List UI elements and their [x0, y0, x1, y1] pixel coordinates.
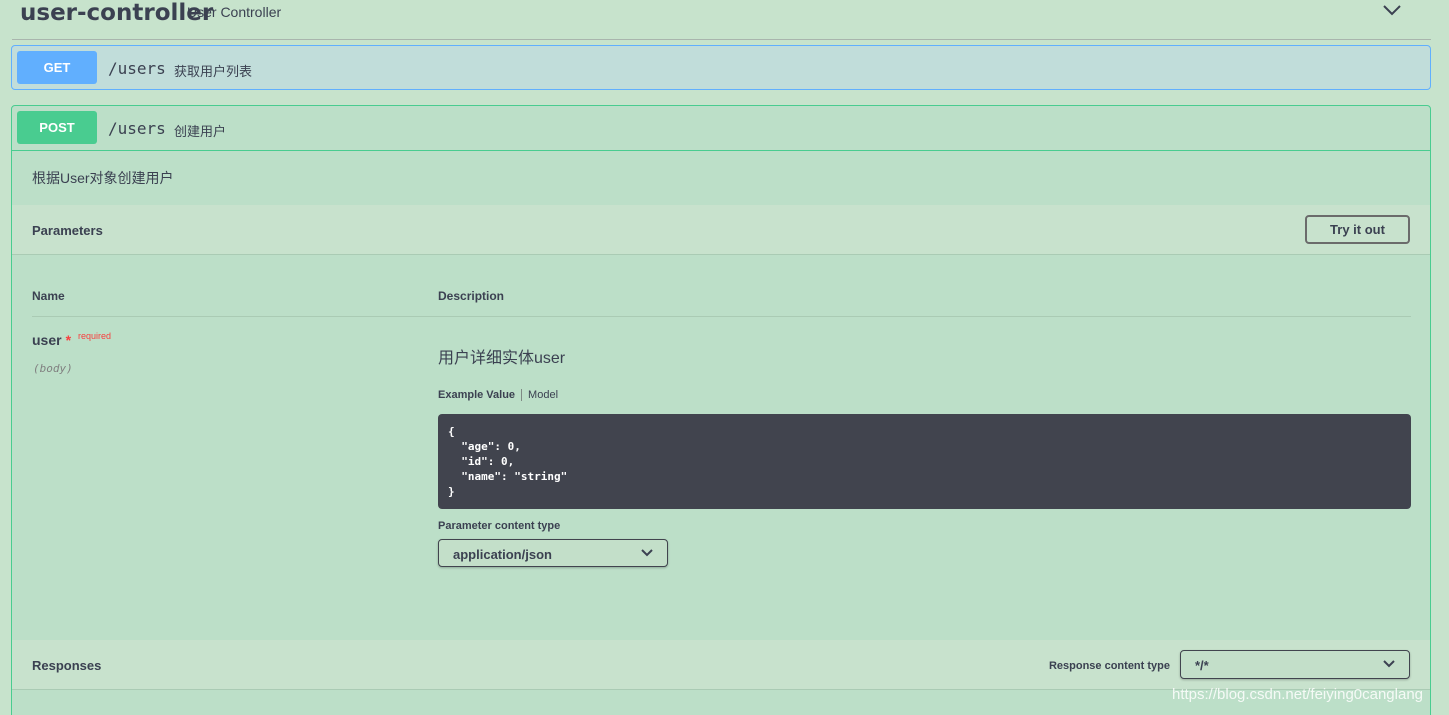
operation-path: /users — [108, 119, 166, 138]
opblock-get-users[interactable]: GET /users 获取用户列表 — [11, 45, 1431, 90]
tag-header[interactable]: user-controller User Controller — [12, 0, 1431, 40]
tag-name: user-controller — [20, 0, 214, 26]
operation-summary: 创建用户 — [174, 124, 227, 139]
responses-header: Responses Response content type */* — [12, 640, 1430, 690]
column-header-name: Name — [32, 289, 65, 303]
watermark: https://blog.csdn.net/feiying0canglang — [1172, 686, 1424, 703]
opblock-post-users: POST /users 创建用户 根据User对象创建用户 Parameters… — [11, 105, 1431, 715]
required-label: required — [78, 331, 112, 341]
parameter-name: user * — [32, 332, 71, 348]
chevron-down-icon[interactable] — [1381, 2, 1403, 18]
operation-description: 根据User对象创建用户 — [32, 170, 174, 186]
parameter-description: 用户详细实体user — [438, 350, 566, 367]
column-header-description: Description — [438, 289, 505, 303]
example-tabs: Example Value Model — [438, 386, 558, 404]
table-divider — [32, 316, 1411, 317]
required-star: * — [65, 332, 72, 348]
response-content-type-label: Response content type — [1048, 660, 1170, 672]
chevron-down-icon — [641, 549, 653, 557]
operation-summary: 获取用户列表 — [174, 64, 253, 79]
operation-path: /users — [108, 59, 166, 78]
response-content-type-select[interactable]: */* — [1180, 650, 1410, 679]
select-value: */* — [1195, 658, 1209, 673]
responses-title: Responses — [32, 658, 102, 673]
opblock-summary[interactable]: POST /users 创建用户 — [12, 106, 1430, 151]
tag-description: User Controller — [187, 4, 282, 20]
chevron-down-icon — [1383, 660, 1395, 668]
try-it-out-button[interactable]: Try it out — [1305, 215, 1410, 244]
parameter-in: (body) — [33, 362, 73, 375]
parameter-name-text: user — [32, 332, 62, 348]
parameter-content-type-select[interactable]: application/json — [438, 539, 668, 567]
parameter-content-type-label: Parameter content type — [438, 520, 561, 532]
parameters-title: Parameters — [32, 223, 103, 238]
method-badge-get: GET — [17, 51, 97, 84]
parameters-header: Parameters Try it out — [12, 205, 1430, 255]
method-badge-post: POST — [17, 111, 97, 144]
tab-example-value[interactable]: Example Value — [438, 389, 523, 401]
tab-model[interactable]: Model — [522, 389, 558, 401]
select-value: application/json — [453, 547, 552, 562]
example-value-code: { "age": 0, "id": 0, "name": "string" } — [438, 414, 1411, 509]
